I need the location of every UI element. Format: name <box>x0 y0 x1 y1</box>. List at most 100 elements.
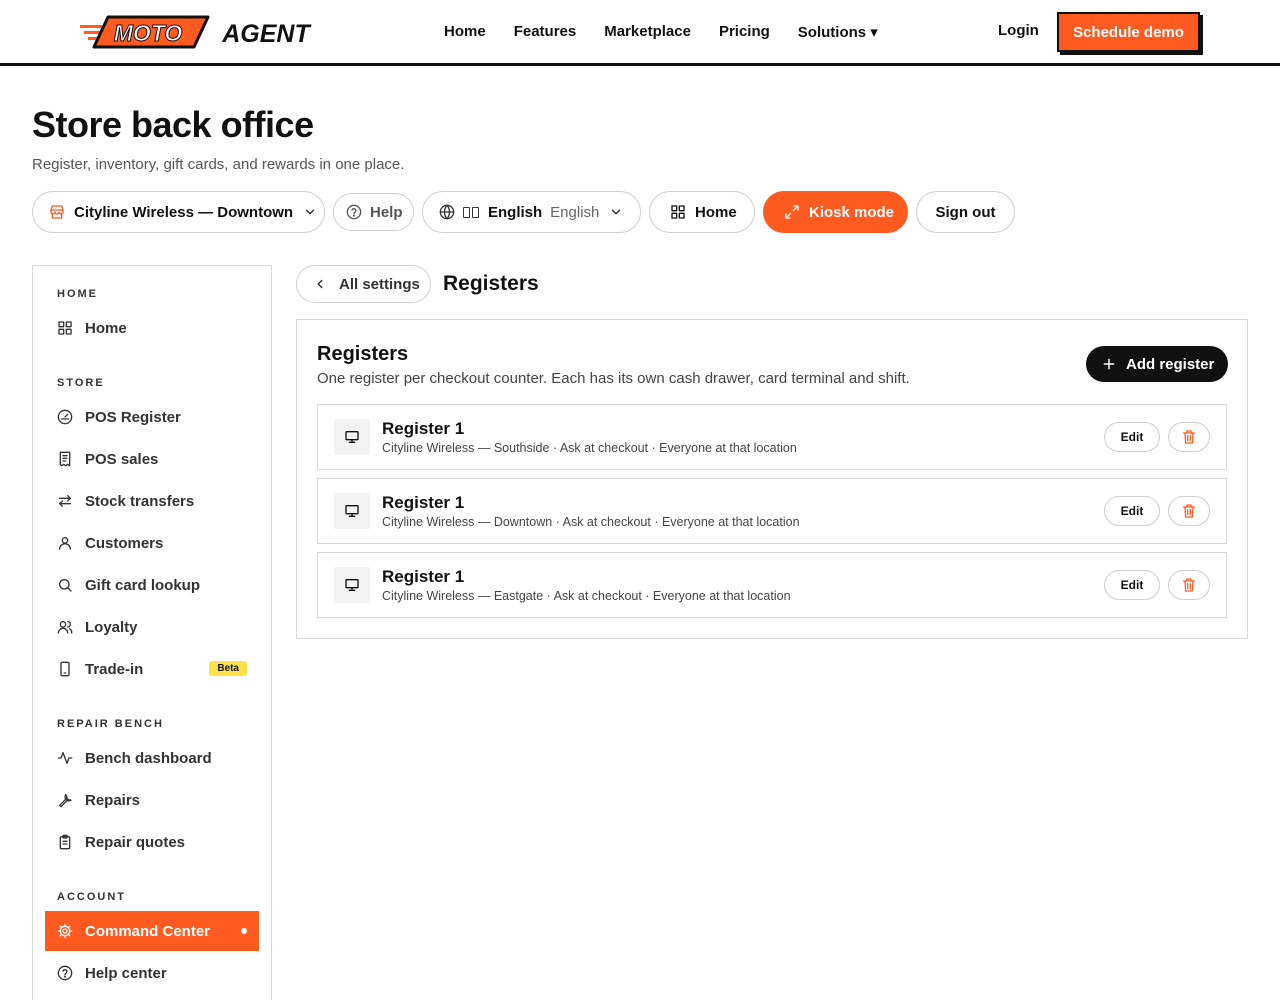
activity-icon <box>57 752 73 764</box>
help-circle-icon <box>57 965 73 981</box>
sidebar-item-pos-sales[interactable]: POS sales <box>45 439 259 479</box>
user-icon <box>59 537 71 550</box>
page-subtitle: Register, inventory, gift cards, and rew… <box>32 156 405 173</box>
sidebar-section-store: STORE <box>57 377 105 389</box>
delete-button[interactable] <box>1168 570 1210 600</box>
sidebar-item-trade-in[interactable]: Trade-in Beta <box>45 649 259 689</box>
trash-icon <box>1183 430 1195 444</box>
nav-links: Home Features Marketplace Pricing Soluti… <box>430 0 892 63</box>
edit-button[interactable]: Edit <box>1104 570 1160 600</box>
login-link[interactable]: Login <box>998 22 1039 39</box>
top-nav: MOTO AGENT Home Features Marketplace Pri… <box>0 0 1280 66</box>
section-heading: Registers <box>443 272 539 295</box>
kiosk-mode-button[interactable]: Kiosk mode <box>763 191 908 233</box>
register-name: Register 1 <box>382 567 465 586</box>
register-name: Register 1 <box>382 493 465 512</box>
plus-icon <box>1103 358 1115 370</box>
nav-features[interactable]: Features <box>514 23 577 40</box>
phone-icon <box>60 661 70 677</box>
store-selector[interactable]: Cityline Wireless — Downtown <box>32 191 325 233</box>
registers-panel: Registers One register per checkout coun… <box>296 319 1248 639</box>
sidebar-item-gift-card-lookup[interactable]: Gift card lookup <box>45 565 259 605</box>
sign-out-button[interactable]: Sign out <box>916 191 1015 233</box>
grid-icon <box>58 321 72 335</box>
sidebar: HOME Home STORE POS Register POS sales S… <box>32 265 272 1000</box>
sidebar-item-label: Home <box>85 319 127 337</box>
logo[interactable]: MOTO AGENT <box>80 13 324 51</box>
monitor-icon <box>334 567 370 603</box>
sidebar-item-bench-dashboard[interactable]: Bench dashboard <box>45 738 259 778</box>
receipt-icon <box>59 451 71 467</box>
globe-icon <box>439 204 455 220</box>
register-meta: Cityline Wireless — Eastgate · Ask at ch… <box>382 589 791 603</box>
sidebar-item-label: POS sales <box>85 450 159 468</box>
sidebar-section-repair-bench: REPAIR BENCH <box>57 718 164 730</box>
sidebar-item-loyalty[interactable]: Loyalty <box>45 607 259 647</box>
all-settings-label: All settings <box>339 275 420 293</box>
sidebar-item-label: Help center <box>85 964 167 982</box>
svg-text:AGENT: AGENT <box>221 20 312 48</box>
sidebar-item-command-center[interactable]: Command Center <box>45 911 259 951</box>
grid-icon <box>671 205 685 219</box>
sidebar-item-pos-register[interactable]: POS Register <box>45 397 259 437</box>
register-row: Register 1 Cityline Wireless — Eastgate … <box>317 552 1227 618</box>
monitor-icon <box>334 493 370 529</box>
register-meta: Cityline Wireless — Downtown · Ask at ch… <box>382 515 800 529</box>
sidebar-item-label: Repairs <box>85 791 141 809</box>
nav-marketplace[interactable]: Marketplace <box>604 23 691 40</box>
chevron-left-icon <box>317 279 323 289</box>
sidebar-item-label: Trade-in <box>85 660 144 678</box>
sidebar-item-stock-transfers[interactable]: Stock transfers <box>45 481 259 521</box>
add-register-button[interactable]: Add register <box>1086 346 1228 382</box>
trash-icon <box>1183 504 1195 518</box>
language-primary: English <box>488 203 543 221</box>
expand-icon <box>785 205 799 219</box>
nav-solutions[interactable]: Solutions ▾ <box>798 23 878 41</box>
home-button[interactable]: Home <box>649 191 755 233</box>
home-label: Home <box>695 203 737 221</box>
sidebar-item-label: Customers <box>85 534 164 552</box>
store-selector-label: Cityline Wireless — Downtown <box>74 203 294 221</box>
sidebar-item-label: Gift card lookup <box>85 576 201 594</box>
svg-text:MOTO: MOTO <box>114 20 183 46</box>
language-secondary: English <box>550 203 600 221</box>
sidebar-item-label: POS Register <box>85 408 181 426</box>
beta-badge: Beta <box>209 661 247 676</box>
help-circle-icon <box>346 204 362 220</box>
delete-button[interactable] <box>1168 422 1210 452</box>
register-row: Register 1 Cityline Wireless — Southside… <box>317 404 1227 470</box>
all-settings-button[interactable]: All settings <box>296 265 431 303</box>
page-title: Store back office <box>32 104 314 145</box>
monitor-icon <box>334 419 370 455</box>
help-label: Help <box>370 203 403 221</box>
nav-home[interactable]: Home <box>444 23 486 40</box>
nav-pricing[interactable]: Pricing <box>719 23 770 40</box>
sidebar-item-repairs[interactable]: Repairs <box>45 780 259 820</box>
trash-icon <box>1183 578 1195 592</box>
panel-title: Registers <box>317 343 409 365</box>
gear-icon <box>57 923 73 939</box>
delete-button[interactable] <box>1168 496 1210 526</box>
sidebar-item-repair-quotes[interactable]: Repair quotes <box>45 822 259 862</box>
edit-button[interactable]: Edit <box>1104 496 1160 526</box>
sidebar-item-customers[interactable]: Customers <box>45 523 259 563</box>
sidebar-item-label: Loyalty <box>85 618 138 636</box>
sidebar-item-label: Bench dashboard <box>85 749 212 767</box>
search-icon <box>58 579 72 592</box>
sidebar-section-home: HOME <box>57 288 98 300</box>
help-button[interactable]: Help <box>333 193 414 231</box>
register-row: Register 1 Cityline Wireless — Downtown … <box>317 478 1227 544</box>
schedule-demo-button[interactable]: Schedule demo <box>1057 12 1200 52</box>
panel-description: One register per checkout counter. Each … <box>317 370 910 387</box>
add-register-label: Add register <box>1126 355 1215 373</box>
clipboard-icon <box>59 834 71 850</box>
gauge-icon <box>57 409 73 425</box>
sidebar-item-help-center[interactable]: Help center <box>45 953 259 993</box>
register-name: Register 1 <box>382 419 465 438</box>
wrench-icon <box>59 794 72 808</box>
language-selector[interactable]: English English <box>422 191 641 233</box>
active-indicator <box>241 928 247 934</box>
sidebar-section-account: ACCOUNT <box>57 891 126 903</box>
edit-button[interactable]: Edit <box>1104 422 1160 452</box>
sidebar-item-home[interactable]: Home <box>45 308 259 348</box>
